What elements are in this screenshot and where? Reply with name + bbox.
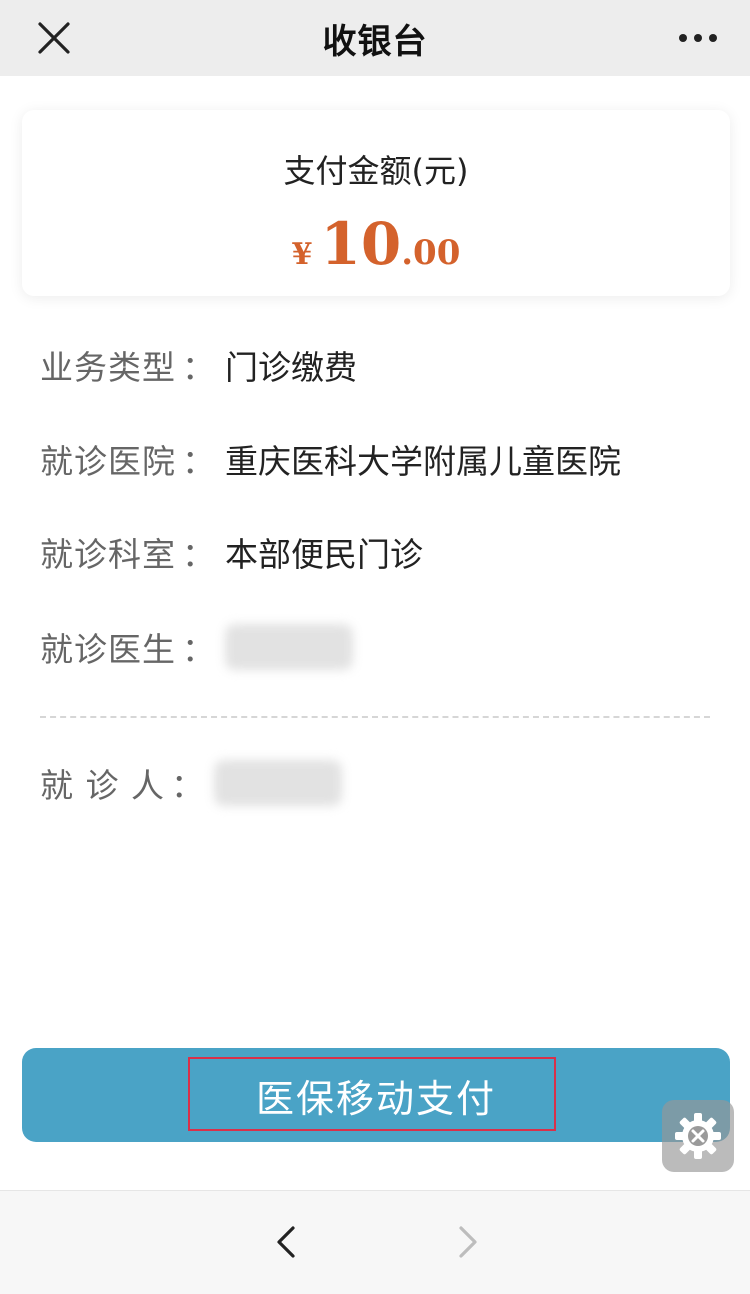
more-dots-icon [679, 34, 717, 42]
business-type-value: 门诊缴费 [225, 348, 357, 387]
bottom-nav-bar [0, 1190, 750, 1294]
department-value: 本部便民门诊 [225, 535, 423, 574]
amount-value: ¥10.00 [22, 210, 730, 278]
info-row-doctor: 就诊医生 ： [40, 622, 353, 672]
colon: ： [182, 442, 215, 481]
close-button[interactable] [30, 14, 78, 62]
doctor-label: 就诊医生 [40, 630, 176, 669]
info-row-department: 就诊科室 ： 本部便民门诊 [40, 527, 423, 577]
amount-integer: 10 [320, 210, 402, 278]
dashed-divider [40, 716, 710, 718]
back-button[interactable] [262, 1217, 310, 1267]
page-title: 收银台 [322, 21, 428, 62]
chevron-right-icon [459, 1226, 477, 1258]
info-row-business-type: 业务类型 ： 门诊缴费 [40, 340, 357, 390]
highlight-box [188, 1057, 556, 1131]
colon: ： [182, 535, 215, 574]
patient-label: 就 诊 人 [40, 766, 165, 805]
department-label: 就诊科室 [40, 535, 176, 574]
doctor-name-redacted [225, 624, 353, 670]
more-button[interactable] [668, 14, 728, 62]
hospital-label: 就诊医院 [40, 442, 176, 481]
patient-name-redacted [213, 760, 342, 806]
hospital-value: 重庆医科大学附属儿童医院 [225, 442, 621, 481]
amount-card: 支付金额(元) ¥10.00 [22, 110, 730, 296]
chevron-left-icon [277, 1226, 295, 1258]
info-row-patient: 就 诊 人 ： [40, 758, 342, 808]
top-bar: 收银台 [0, 0, 750, 76]
currency-symbol: ¥ [291, 237, 313, 272]
forward-button[interactable] [444, 1217, 492, 1267]
settings-gear-icon [675, 1113, 721, 1159]
business-type-label: 业务类型 [40, 348, 176, 387]
close-icon [38, 22, 70, 54]
amount-decimal: .00 [401, 233, 461, 273]
colon: ： [182, 348, 215, 387]
amount-label: 支付金额(元) [283, 152, 469, 190]
colon: ： [182, 630, 215, 669]
info-row-hospital: 就诊医院 ： 重庆医科大学附属儿童医院 [40, 434, 621, 484]
colon: ： [170, 766, 204, 805]
floating-tool-button[interactable] [662, 1100, 734, 1172]
